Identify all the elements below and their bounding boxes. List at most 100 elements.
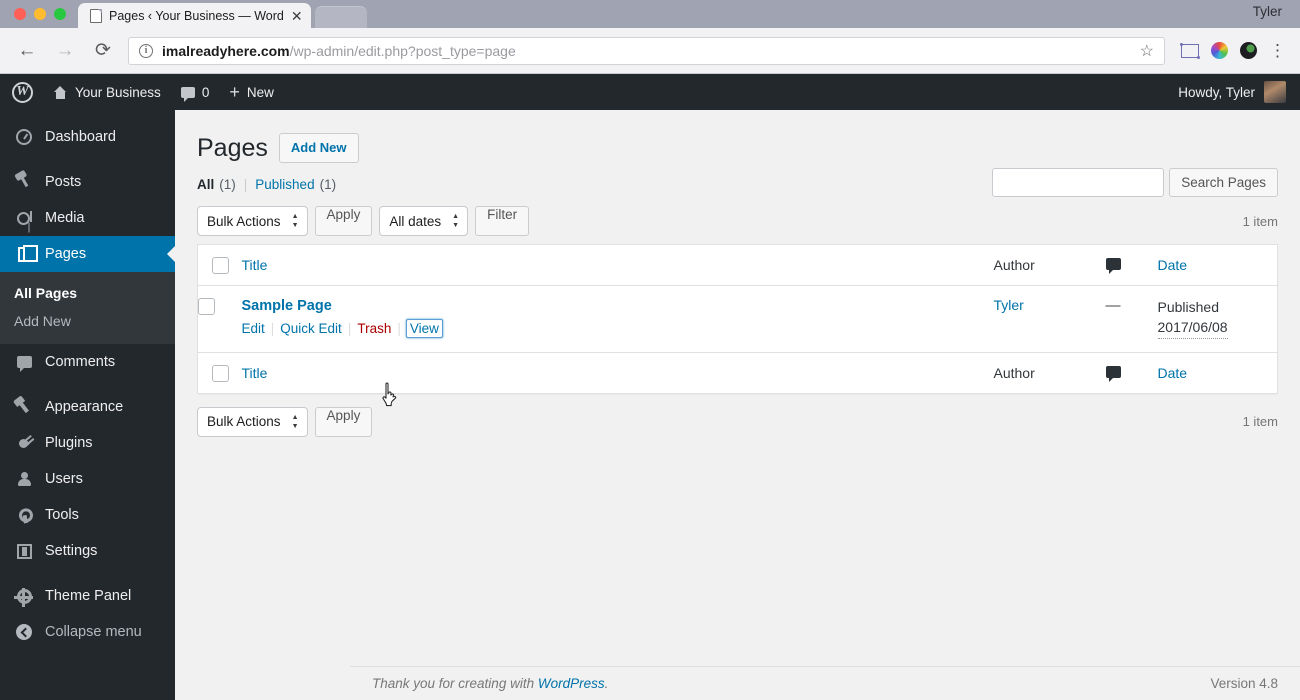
window-user-label: Tyler (1252, 4, 1282, 19)
pin-icon (14, 172, 34, 192)
sort-title-link-footer[interactable]: Title (242, 365, 268, 381)
wrench-icon (14, 505, 34, 525)
action-separator: | (270, 321, 275, 337)
row-select-cell (198, 286, 242, 353)
site-name-button[interactable]: Your Business (43, 74, 171, 110)
tablenav-top: Bulk Actions ▲ ▼ Apply All dates ▲ ▼ Filte… (197, 206, 1278, 237)
address-bar-url: imalreadyhere.com/wp-admin/edit.php?post… (162, 43, 516, 59)
browser-menu-icon[interactable]: ⋮ (1269, 42, 1286, 59)
sidebar-item-media[interactable]: Media (0, 200, 175, 236)
window-controls (10, 0, 78, 28)
author-link[interactable]: Tyler (994, 297, 1024, 313)
howdy-label: Howdy, Tyler (1178, 84, 1255, 100)
table-header-row: Title Author Date (197, 244, 1278, 287)
sidebar-item-label: Tools (45, 507, 79, 523)
forward-icon: → (55, 39, 75, 61)
row-author-cell: Tyler (994, 286, 1106, 353)
table-body: Sample Page Edit | Quick Edit | Trash | … (198, 286, 1278, 353)
apply-button-top[interactable]: Apply (314, 206, 373, 237)
color-extension-icon[interactable] (1211, 42, 1228, 59)
sidebar-item-label: Appearance (45, 399, 124, 415)
filter-separator: | (243, 177, 248, 193)
comments-bubble-button[interactable]: 0 (171, 74, 220, 110)
site-name-label: Your Business (75, 84, 161, 100)
browser-window: Pages ‹ Your Business — Word ✕ Tyler ← →… (0, 0, 1300, 700)
comment-icon[interactable] (1105, 258, 1121, 275)
sidebar-item-users[interactable]: Users (0, 461, 175, 497)
search-input[interactable] (992, 168, 1165, 197)
wp-version-label: Version 4.8 (1210, 676, 1278, 691)
home-icon (53, 85, 68, 99)
select-all-checkbox-footer[interactable] (212, 364, 229, 382)
comment-icon (14, 352, 34, 372)
date-filter-select[interactable]: All dates ▲ ▼ (379, 206, 469, 237)
footer-thanks: Thank you for creating with WordPress. (372, 676, 608, 691)
back-icon[interactable]: ← (14, 38, 40, 64)
sidebar-item-tools[interactable]: Tools (0, 497, 175, 533)
sort-date-link-footer[interactable]: Date (1158, 365, 1188, 381)
maximize-window-button[interactable] (54, 8, 66, 20)
search-pages-button[interactable]: Search Pages (1169, 168, 1278, 197)
date-value: 2017/06/08 (1157, 317, 1228, 339)
sidebar-item-pages[interactable]: Pages (0, 236, 175, 272)
url-host: imalreadyhere.com (162, 42, 290, 59)
reload-icon[interactable]: ⟳ (90, 38, 116, 64)
bulk-actions-select-top[interactable]: Bulk Actions ▲ ▼ (197, 206, 308, 237)
bulk-actions-select-bottom[interactable]: Bulk Actions ▲ ▼ (197, 406, 308, 437)
submenu-item-all-pages[interactable]: All Pages (0, 279, 175, 307)
filter-button[interactable]: Filter (475, 206, 530, 237)
row-action-quick-edit[interactable]: Quick Edit (280, 321, 342, 336)
sidebar-item-posts[interactable]: Posts (0, 164, 175, 200)
avatar (1264, 81, 1286, 103)
row-action-trash[interactable]: Trash (357, 321, 391, 336)
page-title-link[interactable]: Sample Page (242, 298, 332, 314)
row-action-view[interactable]: View (405, 319, 443, 339)
apply-button-bottom[interactable]: Apply (314, 406, 373, 437)
address-bar[interactable]: i imalreadyhere.com/wp-admin/edit.php?po… (128, 36, 1165, 65)
comment-icon[interactable] (1105, 365, 1121, 382)
sidebar-item-dashboard[interactable]: Dashboard (0, 119, 175, 155)
wordpress-link[interactable]: WordPress (538, 676, 605, 691)
close-window-button[interactable] (14, 8, 26, 20)
row-title-cell: Sample Page Edit | Quick Edit | Trash | … (242, 286, 994, 353)
wordpress-admin: W Your Business 0 + New Howdy, Tyler Das… (0, 74, 1300, 700)
row-checkbox[interactable] (198, 297, 215, 315)
account-menu[interactable]: Howdy, Tyler (1178, 81, 1300, 103)
browser-tab-active[interactable]: Pages ‹ Your Business — Word ✕ (78, 3, 311, 28)
sidebar-item-label: Pages (45, 246, 87, 262)
sort-title-link[interactable]: Title (242, 257, 268, 273)
comment-bubble-icon (180, 86, 195, 102)
wp-logo-button[interactable]: W (0, 74, 43, 110)
sort-date-link[interactable]: Date (1158, 257, 1188, 273)
sidebar-item-label: Plugins (45, 435, 93, 451)
submenu-item-add-new[interactable]: Add New (0, 307, 175, 335)
sidebar-item-appearance[interactable]: Appearance (0, 389, 175, 425)
add-new-button[interactable]: Add New (278, 133, 359, 164)
footer-thanks-prefix: Thank you for creating with (372, 676, 538, 691)
stepper-arrows-icon: ▲ ▼ (452, 213, 460, 230)
sidebar-item-theme-panel[interactable]: Theme Panel (0, 578, 175, 614)
close-tab-icon[interactable]: ✕ (291, 9, 303, 23)
sidebar-item-settings[interactable]: Settings (0, 533, 175, 569)
row-action-edit[interactable]: Edit (242, 321, 265, 336)
new-tab-button[interactable] (314, 6, 367, 28)
site-info-icon[interactable]: i (139, 43, 153, 58)
sidebar-item-plugins[interactable]: Plugins (0, 425, 175, 461)
screenshot-extension-icon[interactable] (1180, 42, 1200, 59)
new-content-button[interactable]: + New (219, 74, 284, 110)
dark-extension-icon[interactable] (1240, 42, 1257, 59)
minimize-window-button[interactable] (34, 8, 46, 20)
sidebar-item-label: Dashboard (45, 129, 116, 145)
select-all-checkbox[interactable] (212, 257, 229, 275)
sidebar-item-collapse-menu[interactable]: Collapse menu (0, 614, 175, 650)
filter-published[interactable]: Published (255, 177, 314, 192)
filter-all[interactable]: All (197, 177, 214, 192)
page-header: Pages Add New (197, 120, 1278, 164)
brush-icon (14, 397, 34, 417)
collapse-icon (14, 622, 34, 642)
bookmark-star-icon[interactable]: ☆ (1140, 41, 1154, 61)
browser-toolbar: ← → ⟳ i imalreadyhere.com/wp-admin/edit.… (0, 28, 1300, 74)
sidebar-item-comments[interactable]: Comments (0, 344, 175, 380)
pages-table: Title Author Date Sample Page Edit | Qui… (197, 244, 1278, 394)
sidebar-item-label: Comments (45, 354, 116, 370)
